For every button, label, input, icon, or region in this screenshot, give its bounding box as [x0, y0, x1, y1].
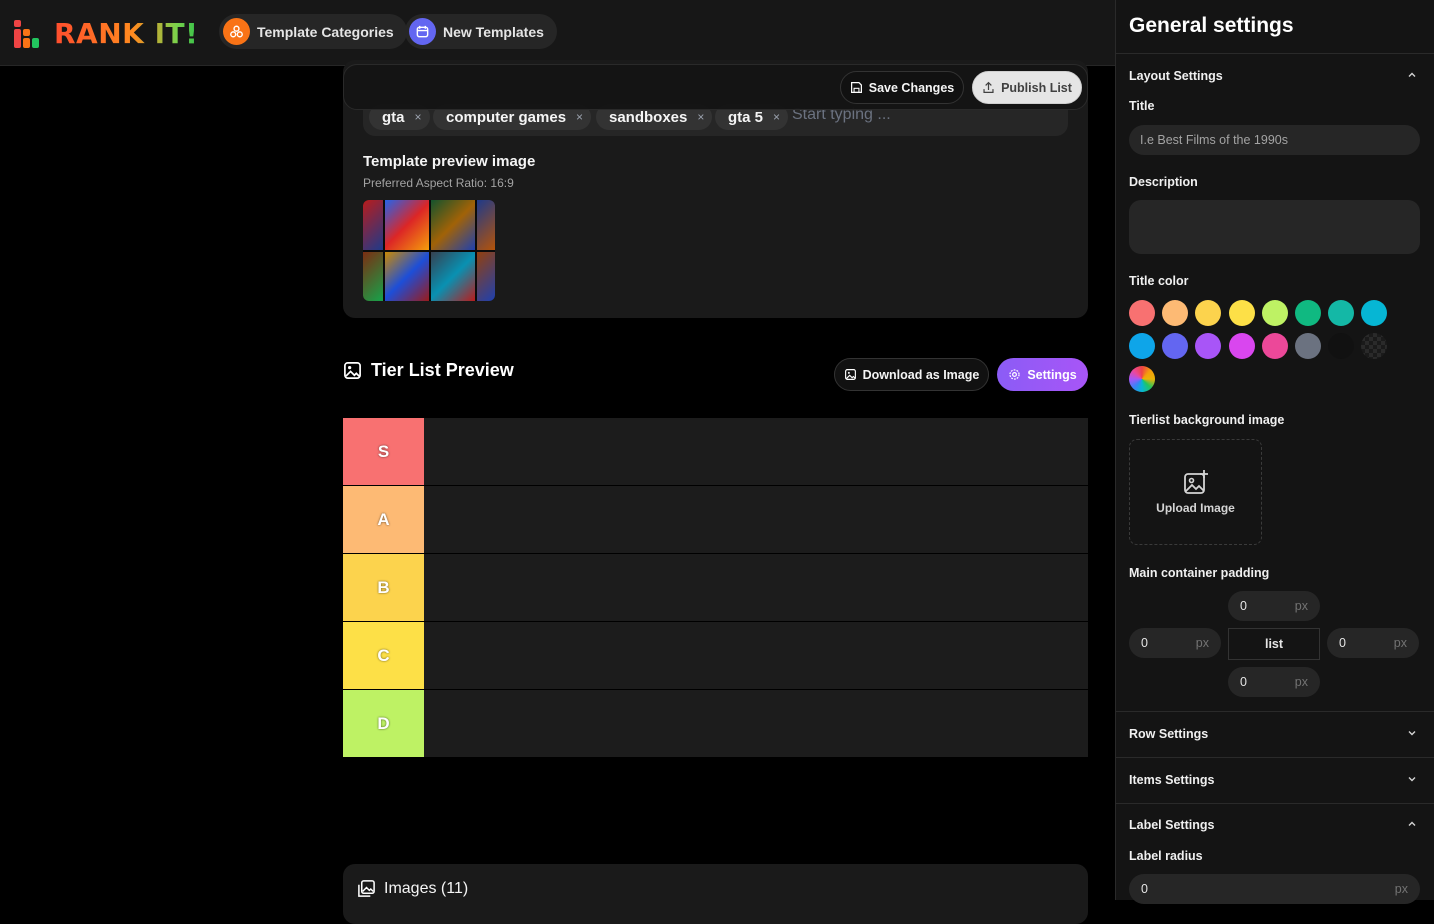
padding-preview-box: list	[1228, 628, 1320, 660]
tier-label[interactable]: S	[343, 418, 424, 485]
padding-right-input[interactable]: 0 px	[1327, 628, 1419, 658]
chevron-up-icon[interactable]	[1406, 818, 1418, 830]
tier-label[interactable]: A	[343, 486, 424, 553]
background-image-label: Tierlist background image	[1129, 413, 1285, 427]
divider	[1115, 53, 1434, 54]
upload-icon	[983, 81, 994, 93]
nav-label: New Templates	[443, 23, 544, 40]
tier-label[interactable]: D	[343, 690, 424, 757]
categories-icon	[223, 18, 250, 45]
logo-mark-icon	[14, 19, 46, 48]
gear-icon	[1009, 369, 1021, 380]
row-settings-header[interactable]: Row Settings	[1129, 727, 1208, 741]
tier-label[interactable]: C	[343, 622, 424, 689]
nav-new-templates[interactable]: New Templates	[405, 14, 557, 49]
publish-list-button[interactable]: Publish List	[972, 71, 1082, 104]
remove-tag-icon[interactable]: ×	[773, 110, 780, 124]
title-color-label: Title color	[1129, 274, 1189, 288]
custom-color-picker-icon[interactable]	[1129, 366, 1155, 392]
save-icon	[850, 82, 862, 93]
tier-row[interactable]: B	[343, 554, 1088, 621]
padding-label: Main container padding	[1129, 566, 1270, 580]
padding-bottom-input[interactable]: 0 px	[1228, 667, 1320, 697]
remove-tag-icon[interactable]: ×	[415, 110, 422, 124]
images-section-header: Images (11)	[357, 879, 468, 898]
remove-tag-icon[interactable]: ×	[697, 110, 704, 124]
tier-row[interactable]: S	[343, 418, 1088, 485]
tier-row[interactable]: D	[343, 690, 1088, 757]
label-radius-label: Label radius	[1129, 849, 1203, 863]
remove-tag-icon[interactable]: ×	[576, 110, 583, 124]
color-swatch[interactable]	[1162, 300, 1189, 326]
upload-image-button[interactable]: Upload Image	[1129, 439, 1262, 545]
tier-row[interactable]: C	[343, 622, 1088, 689]
color-swatch[interactable]	[1228, 300, 1255, 326]
color-swatch[interactable]	[1129, 300, 1155, 326]
description-label: Description	[1129, 175, 1198, 189]
title-label: Title	[1129, 99, 1155, 113]
color-swatch[interactable]	[1261, 333, 1288, 359]
color-swatch[interactable]	[1129, 333, 1155, 359]
chevron-down-icon[interactable]	[1406, 727, 1418, 739]
images-title: Images (11)	[384, 879, 469, 897]
preview-image[interactable]	[363, 200, 495, 301]
download-image-button[interactable]: Download as Image	[834, 358, 989, 391]
calendar-icon	[409, 18, 436, 45]
color-swatch[interactable]	[1261, 300, 1288, 326]
padding-left-input[interactable]: 0 px	[1129, 628, 1221, 658]
divider	[1115, 757, 1434, 758]
tier-list-title: Tier List Preview	[371, 360, 514, 380]
tier-label[interactable]: B	[343, 554, 424, 621]
color-swatch[interactable]	[1228, 333, 1255, 359]
chevron-down-icon[interactable]	[1406, 773, 1418, 785]
panel-title: General settings	[1129, 14, 1294, 37]
tier-row[interactable]: A	[343, 486, 1088, 553]
color-swatch[interactable]	[1295, 333, 1321, 359]
padding-top-input[interactable]: 0 px	[1228, 591, 1320, 621]
save-changes-button[interactable]: Save Changes	[840, 71, 964, 104]
divider	[1115, 803, 1434, 804]
settings-button[interactable]: Settings	[997, 358, 1088, 391]
chevron-up-icon[interactable]	[1406, 69, 1418, 81]
tier-list-header: Tier List Preview	[343, 360, 514, 381]
color-swatch[interactable]	[1295, 300, 1321, 326]
layout-settings-header[interactable]: Layout Settings	[1129, 69, 1223, 83]
image-icon	[844, 369, 856, 380]
label-settings-header[interactable]: Label Settings	[1129, 818, 1214, 832]
nav-label: Template Categories	[257, 23, 394, 40]
image-icon	[344, 362, 361, 379]
color-swatch[interactable]	[1328, 300, 1355, 326]
divider	[1115, 711, 1434, 712]
logo-text: RANK IT!	[54, 17, 199, 50]
preview-image-title: Template preview image	[363, 153, 536, 170]
logo[interactable]: RANK IT!	[14, 17, 198, 50]
preview-image-hint: Preferred Aspect Ratio: 16:9	[363, 176, 514, 190]
description-input[interactable]	[1129, 200, 1420, 254]
color-swatch[interactable]	[1328, 333, 1355, 359]
add-image-icon	[1183, 470, 1208, 494]
images-icon	[358, 880, 375, 897]
items-settings-header[interactable]: Items Settings	[1129, 773, 1214, 787]
nav-template-categories[interactable]: Template Categories	[219, 14, 407, 49]
color-swatch[interactable]	[1162, 333, 1189, 359]
title-input[interactable]: I.e Best Films of the 1990s	[1129, 125, 1420, 155]
